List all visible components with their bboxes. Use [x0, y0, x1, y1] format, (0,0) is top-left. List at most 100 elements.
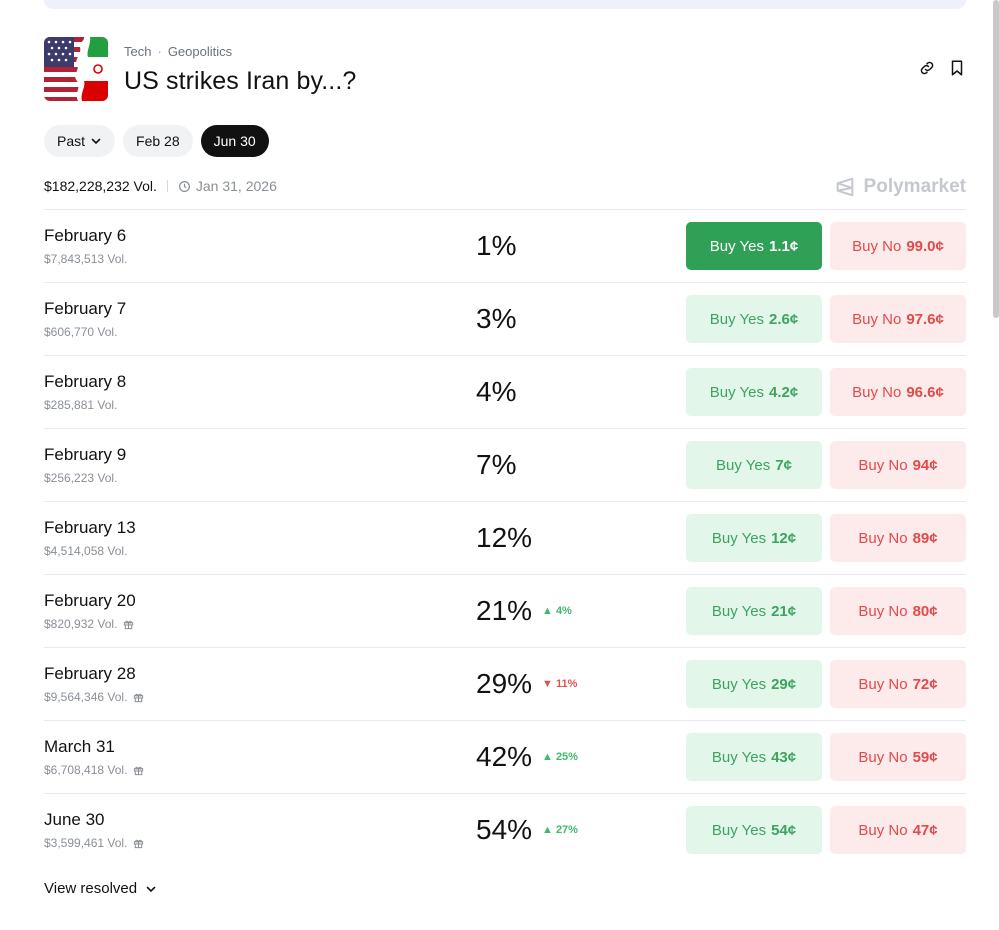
- buy-no-label: Buy No: [858, 748, 908, 766]
- buy-no-button[interactable]: Buy No 96.6¢: [830, 368, 966, 416]
- buy-yes-button[interactable]: Buy Yes 1.1¢: [686, 222, 822, 270]
- outcome-label: February 6 $7,843,513 Vol.: [44, 226, 127, 266]
- market-flag-thumbnail: [44, 37, 108, 101]
- bookmark-icon[interactable]: [948, 59, 966, 77]
- breadcrumb-tech[interactable]: Tech: [124, 44, 151, 59]
- outcome-row[interactable]: February 20 $820,932 Vol. 21% ▲ 4% Buy Y…: [44, 574, 966, 647]
- price-change-value: 27%: [555, 824, 578, 836]
- outcome-volume-text: $256,223 Vol.: [44, 471, 118, 485]
- buy-yes-button[interactable]: Buy Yes 12¢: [686, 514, 822, 562]
- gift-icon: [133, 765, 144, 776]
- outcome-probability: 7%: [476, 449, 516, 481]
- outcome-date: June 30: [44, 810, 105, 829]
- buy-yes-price: 21¢: [771, 602, 797, 620]
- outcome-label: February 8 $285,881 Vol.: [44, 372, 126, 412]
- buy-no-price: 94¢: [912, 456, 938, 474]
- buy-no-button[interactable]: Buy No 72¢: [830, 660, 966, 708]
- buy-yes-button[interactable]: Buy Yes 21¢: [686, 587, 822, 635]
- outcome-row[interactable]: February 7 $606,770 Vol. 3% Buy Yes 2.6¢…: [44, 282, 966, 355]
- outcome-volume: $4,514,058 Vol.: [44, 544, 136, 558]
- triangle-up-icon: ▲: [542, 824, 553, 836]
- link-icon[interactable]: [918, 59, 936, 77]
- view-resolved-button[interactable]: View resolved: [44, 880, 157, 897]
- buy-no-label: Buy No: [852, 310, 902, 328]
- meta-divider: [166, 180, 168, 192]
- outcome-volume-text: $6,708,418 Vol.: [44, 763, 128, 777]
- chevron-down-icon: [146, 886, 156, 892]
- outcome-row[interactable]: February 9 $256,223 Vol. 7% Buy Yes 7¢ B…: [44, 428, 966, 501]
- buy-yes-price: 1.1¢: [769, 237, 799, 255]
- buy-no-price: 89¢: [912, 529, 938, 547]
- buy-no-label: Buy No: [852, 237, 902, 255]
- gift-icon: [133, 838, 144, 849]
- gift-icon: [133, 692, 144, 703]
- price-change: ▼ 11%: [542, 678, 577, 690]
- buy-no-button[interactable]: Buy No 47¢: [830, 806, 966, 854]
- outcome-row[interactable]: February 8 $285,881 Vol. 4% Buy Yes 4.2¢…: [44, 355, 966, 428]
- buy-yes-button[interactable]: Buy Yes 54¢: [686, 806, 822, 854]
- filter-jun-30-label: Jun 30: [213, 133, 256, 149]
- outcome-label: June 30 $3,599,461 Vol.: [44, 810, 144, 850]
- polymarket-logo-icon: [836, 177, 853, 197]
- buy-yes-button[interactable]: Buy Yes 7¢: [686, 441, 822, 489]
- outcome-probability: 29% ▼ 11%: [476, 668, 577, 700]
- buy-yes-button[interactable]: Buy Yes 4.2¢: [686, 368, 822, 416]
- buy-no-price: 80¢: [912, 602, 938, 620]
- outcome-volume: $285,881 Vol.: [44, 398, 126, 412]
- buy-yes-price: 4.2¢: [769, 383, 799, 401]
- buy-yes-label: Buy Yes: [711, 821, 767, 839]
- filter-past-dropdown[interactable]: Past: [44, 125, 116, 157]
- outcome-probability: 12%: [476, 522, 532, 554]
- outcome-probability: 3%: [476, 303, 516, 335]
- buy-no-price: 96.6¢: [906, 383, 944, 401]
- view-resolved-label: View resolved: [44, 880, 138, 897]
- outcome-date: February 20: [44, 591, 136, 610]
- page-title: US strikes Iran by...?: [124, 67, 357, 95]
- scrollbar[interactable]: [993, 0, 999, 318]
- buy-no-price: 59¢: [912, 748, 938, 766]
- outcome-row[interactable]: February 28 $9,564,346 Vol. 29% ▼ 11% Bu…: [44, 647, 966, 720]
- probability-value: 21%: [476, 595, 533, 626]
- market-header: Tech · Geopolitics US strikes Iran by...…: [44, 37, 966, 101]
- outcome-row[interactable]: March 31 $6,708,418 Vol. 42% ▲ 25% Buy Y…: [44, 720, 966, 793]
- probability-value: 54%: [476, 814, 533, 845]
- outcome-date: February 28: [44, 664, 136, 683]
- buy-no-button[interactable]: Buy No 94¢: [830, 441, 966, 489]
- filter-feb-28[interactable]: Feb 28: [123, 125, 193, 157]
- outcome-label: March 31 $6,708,418 Vol.: [44, 737, 144, 777]
- outcome-volume-text: $3,599,461 Vol.: [44, 836, 128, 850]
- buy-yes-label: Buy Yes: [709, 237, 764, 255]
- buy-yes-button[interactable]: Buy Yes 2.6¢: [686, 295, 822, 343]
- probability-value: 29%: [476, 668, 533, 699]
- price-change: ▲ 25%: [542, 751, 578, 763]
- outcome-volume: $606,770 Vol.: [44, 325, 126, 339]
- buy-no-button[interactable]: Buy No 80¢: [830, 587, 966, 635]
- buy-yes-label: Buy Yes: [711, 602, 767, 620]
- outcome-row[interactable]: February 6 $7,843,513 Vol. 1% Buy Yes 1.…: [44, 209, 966, 282]
- buy-yes-label: Buy Yes: [709, 310, 764, 328]
- probability-value: 12%: [476, 522, 533, 553]
- outcome-row[interactable]: June 30 $3,599,461 Vol. 54% ▲ 27% Buy Ye…: [44, 793, 966, 866]
- outcome-label: February 13 $4,514,058 Vol.: [44, 518, 136, 558]
- breadcrumb-geopolitics[interactable]: Geopolitics: [168, 44, 232, 59]
- price-change: ▲ 4%: [542, 605, 572, 617]
- outcome-date: February 8: [44, 372, 127, 391]
- buy-no-button[interactable]: Buy No 89¢: [830, 514, 966, 562]
- buy-yes-label: Buy Yes: [711, 675, 767, 693]
- triangle-down-icon: ▼: [542, 678, 553, 690]
- outcome-row[interactable]: February 13 $4,514,058 Vol. 12% Buy Yes …: [44, 501, 966, 574]
- outcome-volume-text: $9,564,346 Vol.: [44, 690, 128, 704]
- outcome-list: February 6 $7,843,513 Vol. 1% Buy Yes 1.…: [44, 209, 966, 866]
- header-actions: [918, 59, 966, 77]
- buy-no-label: Buy No: [858, 529, 908, 547]
- buy-yes-button[interactable]: Buy Yes 29¢: [686, 660, 822, 708]
- outcome-volume: $9,564,346 Vol.: [44, 690, 144, 704]
- buy-yes-button[interactable]: Buy Yes 43¢: [686, 733, 822, 781]
- buy-yes-price: 12¢: [771, 529, 797, 547]
- buy-yes-price: 2.6¢: [769, 310, 799, 328]
- buy-no-button[interactable]: Buy No 97.6¢: [830, 295, 966, 343]
- outcome-volume: $6,708,418 Vol.: [44, 763, 144, 777]
- buy-no-button[interactable]: Buy No 59¢: [830, 733, 966, 781]
- filter-jun-30[interactable]: Jun 30: [200, 125, 269, 157]
- buy-no-button[interactable]: Buy No 99.0¢: [830, 222, 966, 270]
